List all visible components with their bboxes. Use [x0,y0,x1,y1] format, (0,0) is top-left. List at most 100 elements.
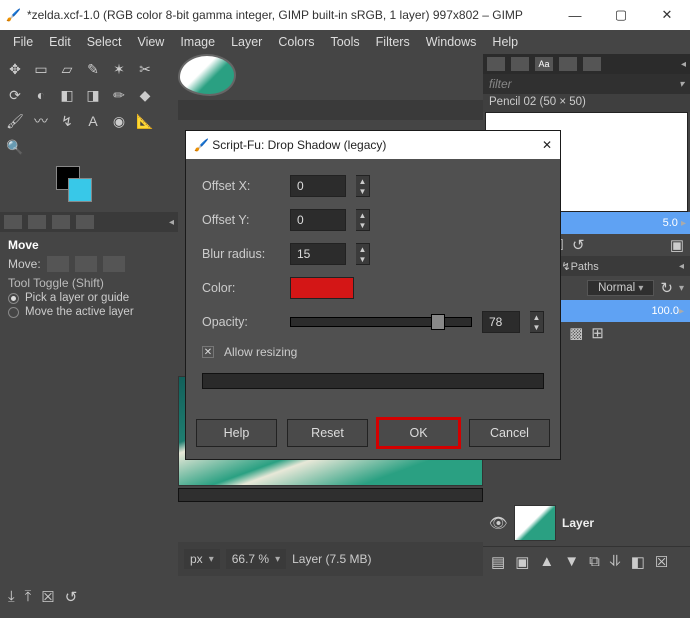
menu-filters[interactable]: Filters [369,33,417,51]
tool-zoom-icon[interactable]: 🔍 [4,136,26,158]
reset-options-icon[interactable]: ↺ [65,588,78,606]
dock-tab-fonts-icon[interactable]: Aa [535,57,553,71]
reset-button[interactable]: Reset [287,419,368,447]
menu-windows[interactable]: Windows [419,33,484,51]
layer-delete-icon[interactable]: ☒ [655,553,668,571]
layer-up-icon[interactable]: ▲ [539,553,554,570]
layer-merge-icon[interactable]: ⥥ [610,553,621,570]
offset-y-input[interactable]: 0 [290,209,346,231]
chevron-down-icon[interactable]: ▾ [679,283,684,294]
background-color-swatch[interactable] [68,178,92,202]
tool-picker-icon[interactable]: ◉ [108,110,130,132]
dock-menu-arrow-icon[interactable]: ◂ [681,59,686,70]
ok-button[interactable]: OK [378,419,459,447]
tool-free-select-icon[interactable]: ✎ [82,58,104,80]
dock-tab-icon[interactable] [28,215,46,229]
tool-warp-icon[interactable]: ◐ [30,84,52,106]
layer-mask-icon[interactable]: ◧ [631,553,645,571]
tool-eraser-icon[interactable]: ◆ [134,84,156,106]
move-mode-layer-button[interactable] [47,256,69,272]
menu-select[interactable]: Select [80,33,129,51]
offset-x-spinner[interactable]: ▲▼ [356,175,370,197]
tool-fuzzy-select-icon[interactable]: ✶ [108,58,130,80]
slider-handle[interactable] [431,314,445,330]
offset-y-spinner[interactable]: ▲▼ [356,209,370,231]
dock-tab-patterns-icon[interactable] [511,57,529,71]
dock-menu-arrow-icon[interactable]: ◂ [679,261,684,272]
lock-pixels-icon[interactable]: ▩ [569,324,583,342]
window-minimize-button[interactable]: — [552,0,598,30]
opacity-spinner[interactable]: ▲▼ [530,311,544,333]
tab-paths[interactable]: ↯Paths [561,260,598,273]
blur-radius-spinner[interactable]: ▲▼ [356,243,370,265]
layer-dup-icon[interactable]: ⧉ [589,553,600,570]
move-mode-selection-button[interactable] [75,256,97,272]
units-combo[interactable]: px▾ [184,549,220,569]
radio-move-active[interactable]: Move the active layer [8,306,170,318]
layer-down-icon[interactable]: ▼ [564,553,579,570]
tool-rect-select-icon[interactable]: ▱ [56,58,78,80]
layer-group-icon[interactable]: ▣ [515,553,529,571]
layer-row[interactable]: 👁 Layer [483,500,690,546]
blur-radius-input[interactable]: 15 [290,243,346,265]
dock-tab-history-icon[interactable] [559,57,577,71]
brush-open-icon[interactable]: ▣ [670,236,684,254]
offset-x-input[interactable]: 0 [290,175,346,197]
lock-position-icon[interactable]: ⊞ [591,324,604,342]
dock-tab-brushes-icon[interactable] [487,57,505,71]
delete-options-icon[interactable]: ☒ [41,588,54,606]
tool-path-icon[interactable]: ↯ [56,110,78,132]
tool-align-icon[interactable]: ▭ [30,58,52,80]
tool-text-icon[interactable]: A [82,110,104,132]
cancel-button[interactable]: Cancel [469,419,550,447]
layer-visibility-eye-icon[interactable]: 👁 [489,514,508,532]
help-button[interactable]: Help [196,419,277,447]
brush-filter-input[interactable]: filter ▾ [483,74,690,94]
menu-image[interactable]: Image [173,33,222,51]
tool-gradient-icon[interactable]: ◨ [82,84,104,106]
tool-clone-icon[interactable]: 🖌 [4,110,26,132]
color-swatches[interactable] [56,166,96,206]
layer-new-icon[interactable]: ▤ [491,553,505,571]
layer-name[interactable]: Layer [562,516,594,530]
tool-move-icon[interactable]: ✥ [4,58,26,80]
tool-measure-icon[interactable]: 📐 [134,110,156,132]
image-tab-thumbnail[interactable] [178,54,236,96]
tool-crop-icon[interactable]: ✂ [134,58,156,80]
dock-tab-gradients-icon[interactable] [583,57,601,71]
zoom-combo[interactable]: 66.7 %▾ [226,549,286,569]
save-options-icon[interactable]: ⤓ [8,588,15,606]
restore-options-icon[interactable]: ⤒ [25,588,32,606]
dialog-close-button[interactable]: ✕ [542,138,552,152]
window-maximize-button[interactable]: ▢ [598,0,644,30]
dock-tab-icon[interactable] [52,215,70,229]
opacity-input[interactable]: 78 [482,311,520,333]
menu-tools[interactable]: Tools [323,33,366,51]
menu-layer[interactable]: Layer [224,33,269,51]
opacity-slider[interactable] [290,317,472,327]
menu-file[interactable]: File [6,33,40,51]
window-close-button[interactable]: ✕ [644,0,690,30]
mode-switch-icon[interactable]: ↻ [660,279,673,297]
layer-thumbnail [514,505,556,541]
radio-pick-layer[interactable]: Pick a layer or guide [8,292,170,304]
dialog-titlebar[interactable]: 🖌️ Script-Fu: Drop Shadow (legacy) ✕ [186,131,560,159]
menu-edit[interactable]: Edit [42,33,78,51]
brush-refresh-icon[interactable]: ↺ [572,236,585,254]
allow-resizing-checkbox[interactable]: ✕ Allow resizing [202,345,544,359]
spinner-down-icon: ▼ [356,186,369,196]
blend-mode-combo[interactable]: Normal ▾ [587,280,654,296]
tool-smudge-icon[interactable]: 〰 [30,110,52,132]
tool-rotate-icon[interactable]: ⟳ [4,84,26,106]
menu-help[interactable]: Help [485,33,525,51]
menu-view[interactable]: View [130,33,171,51]
horizontal-scrollbar[interactable] [178,488,483,502]
shadow-color-swatch[interactable] [290,277,354,299]
tool-pencil-icon[interactable]: ✏ [108,84,130,106]
dock-menu-arrow-icon[interactable]: ◂ [169,217,174,228]
move-mode-path-button[interactable] [103,256,125,272]
menu-colors[interactable]: Colors [271,33,321,51]
dock-tab-icon[interactable] [76,215,94,229]
tool-bucket-icon[interactable]: ◧ [56,84,78,106]
dock-tab-icon[interactable] [4,215,22,229]
